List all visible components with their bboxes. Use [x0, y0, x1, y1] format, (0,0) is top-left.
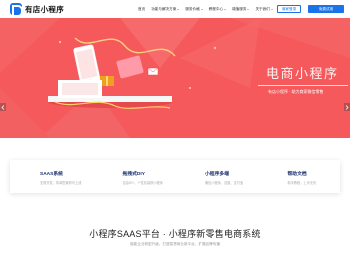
logo-icon	[10, 3, 23, 17]
feature-desc: 无需开发，简单配置即可上线	[40, 181, 82, 185]
nav-item-pricing[interactable]: 服务价格	[185, 6, 203, 12]
nav-item-label: 教程中心	[208, 6, 224, 11]
feature-title: 小程序多端	[205, 172, 229, 177]
carousel-prev-button[interactable]	[0, 103, 6, 111]
nav-item-label: 增值服务	[232, 6, 247, 11]
login-button[interactable]: 商家登录	[277, 5, 301, 13]
brand-name: 有店小程序	[25, 4, 64, 14]
feature-desc: 新手教程，上手无忧	[287, 181, 317, 185]
feature-desc: 微信小程序、百度、支付宝	[205, 181, 244, 185]
feature-card-diy[interactable]: 拖拽式DIY 自由DIY，个性化装修小程序	[93, 160, 176, 193]
nav-item-label: 服务价格	[185, 6, 200, 11]
header: 有店小程序 首页 功能与解决方案 服务价格 教程中心 增值服务 关于我们 商家登…	[0, 0, 350, 18]
chevron-down-icon	[270, 8, 273, 10]
brand-logo[interactable]: 有店小程序	[10, 3, 64, 17]
chevron-left-icon	[1, 104, 5, 110]
feature-title: SAAS系统	[40, 172, 63, 177]
main-nav: 首页 功能与解决方案 服务价格 教程中心 增值服务 关于我们	[138, 0, 279, 18]
nav-item-label: 首页	[138, 6, 146, 11]
nav-item-services[interactable]: 增值服务	[232, 6, 250, 12]
hero-divider	[258, 85, 348, 86]
feature-card-saas[interactable]: SAAS系统 无需开发，简单配置即可上线	[10, 160, 93, 193]
hero-subtitle: 有店小程序 · 助力商家微信零售	[268, 89, 324, 94]
feature-desc: 自由DIY，个性化装修小程序	[122, 181, 163, 185]
chevron-down-icon	[224, 8, 227, 10]
nav-item-label: 功能与解决方案	[151, 6, 177, 11]
hero-banner[interactable]: 电商小程序 有店小程序 · 助力商家微信零售	[0, 18, 350, 138]
free-trial-button[interactable]: 免费试用	[308, 5, 344, 13]
nav-item-label: 关于我们	[255, 6, 270, 11]
section-title: 小程序SAAS平台 · 小程序新零售电商系统	[89, 229, 261, 239]
nav-item-home[interactable]: 首页	[138, 7, 145, 12]
chevron-right-icon	[345, 104, 349, 110]
chevron-down-icon	[177, 8, 180, 10]
nav-item-features[interactable]: 功能与解决方案	[151, 6, 180, 12]
section-subtitle: 赋能企业转型升级，打造智慧商业新平台，扩展品牌传播	[130, 242, 220, 246]
carousel-next-button[interactable]	[344, 103, 350, 111]
feature-cards: SAAS系统 无需开发，简单配置即可上线 拖拽式DIY 自由DIY，个性化装修小…	[10, 160, 340, 193]
feature-card-docs[interactable]: 帮助文档 新手教程，上手无忧	[258, 160, 341, 193]
feature-card-multiplatform[interactable]: 小程序多端 微信小程序、百度、支付宝	[175, 160, 258, 193]
feature-title: 拖拽式DIY	[122, 172, 145, 177]
nav-item-about[interactable]: 关于我们	[255, 6, 273, 12]
feature-title: 帮助文档	[287, 172, 307, 177]
chevron-down-icon	[247, 8, 250, 10]
chevron-down-icon	[200, 8, 203, 10]
hero-title: 电商小程序	[266, 66, 339, 81]
nav-item-tutorials[interactable]: 教程中心	[208, 6, 227, 12]
